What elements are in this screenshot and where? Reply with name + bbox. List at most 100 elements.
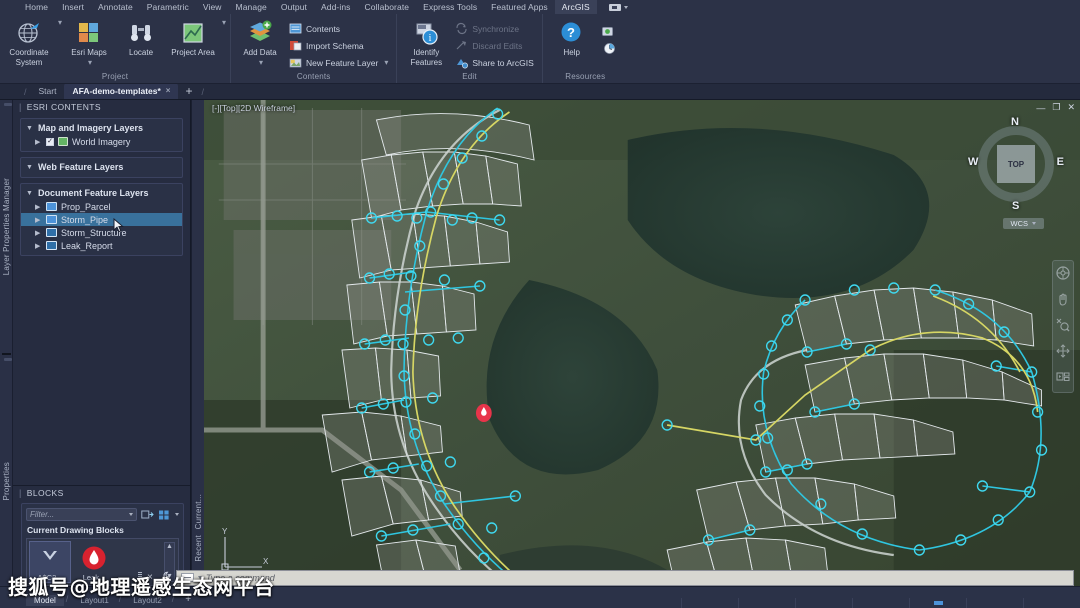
chevron-right-icon-leak-report[interactable]: ▶ xyxy=(35,242,42,250)
view-cube[interactable]: TOP N S W E xyxy=(968,116,1064,212)
share-to-arcgis-button[interactable]: Share to ArcGIS xyxy=(453,55,537,70)
layer-row-leak-report[interactable]: ▶ Leak_Report xyxy=(21,239,182,252)
panel-title-resources: Resources xyxy=(565,72,606,81)
layer-row-prop-parcel[interactable]: ▶ Prop_Parcel xyxy=(21,200,182,213)
status-toggle-1[interactable] xyxy=(681,598,738,608)
zoom-extents-icon[interactable] xyxy=(1056,318,1070,335)
orbit-icon[interactable] xyxy=(1056,344,1070,361)
chevron-down-icon[interactable]: ▼ xyxy=(26,125,33,132)
chevron-down-icon-filter[interactable] xyxy=(129,513,133,516)
pan-hand-icon[interactable] xyxy=(1056,292,1070,309)
ribbon-tab-output[interactable]: Output xyxy=(274,0,314,14)
ribbon-tab-insert[interactable]: Insert xyxy=(55,0,91,14)
clock-button[interactable] xyxy=(599,41,624,56)
compass-south-label[interactable]: S xyxy=(1012,200,1019,212)
add-data-dropdown[interactable]: ▾ xyxy=(259,58,263,67)
ribbon-tab-featured-apps[interactable]: Featured Apps xyxy=(484,0,555,14)
insert-block-icon[interactable] xyxy=(141,508,154,521)
identify-features-button[interactable]: i Identify Features xyxy=(401,18,451,67)
minimize-icon[interactable]: — xyxy=(1036,103,1045,113)
status-toggle-5[interactable] xyxy=(909,598,966,608)
coordinate-system-dropdown[interactable]: ▾ xyxy=(58,18,62,27)
chevron-right-icon[interactable]: ▶ xyxy=(35,138,42,146)
scroll-up-icon[interactable]: ▲ xyxy=(166,543,173,551)
help-button[interactable]: ? Help xyxy=(547,18,597,58)
tab-separator: / xyxy=(24,87,27,97)
locate-button[interactable]: Locate xyxy=(116,18,166,58)
ribbon-tab-add-ins[interactable]: Add-ins xyxy=(314,0,358,14)
ribbon-tab-view[interactable]: View xyxy=(196,0,229,14)
close-icon[interactable]: × xyxy=(166,85,171,97)
project-area-dropdown[interactable]: ▾ xyxy=(222,18,226,27)
tab-afa-demo-templates[interactable]: AFA-demo-templates* × xyxy=(64,83,179,99)
group-header-document-feature[interactable]: ▼ Document Feature Layers xyxy=(21,186,182,200)
rail-layer-properties-manager[interactable]: Layer Properties Manager xyxy=(1,100,12,355)
ribbon-tab-arcgis[interactable]: ArcGIS xyxy=(554,0,597,14)
rail-current-label[interactable]: Current... xyxy=(194,494,203,529)
viewport-config-label[interactable]: [-][Top][2D Wireframe] xyxy=(212,103,295,113)
ribbon-tab-home[interactable]: Home xyxy=(18,0,55,14)
status-toggle-4[interactable] xyxy=(852,598,909,608)
layer-row-storm-structure[interactable]: ▶ Storm_Structure xyxy=(21,226,182,239)
ribbon-tab-collaborate[interactable]: Collaborate xyxy=(358,0,417,14)
ribbon-tab-parametric[interactable]: Parametric xyxy=(140,0,196,14)
new-tab-plus-icon[interactable]: + xyxy=(178,84,199,99)
layer-row-world-imagery[interactable]: ▶ ✓ World Imagery xyxy=(21,135,182,148)
chevron-down-icon-2[interactable]: ▼ xyxy=(26,164,33,171)
discard-edits-button[interactable]: Discard Edits xyxy=(453,38,537,53)
navigation-bar[interactable] xyxy=(1052,260,1074,393)
chevron-right-icon-prop-parcel[interactable]: ▶ xyxy=(35,203,42,211)
status-bar-toggles xyxy=(681,598,1080,608)
blocks-filter-input[interactable]: Filter... xyxy=(26,508,137,521)
layer-row-storm-pipe[interactable]: ▶ Storm_Pipe xyxy=(21,213,182,233)
tab-start[interactable]: Start xyxy=(31,83,65,99)
chevron-down-icon-3[interactable]: ▼ xyxy=(26,190,33,197)
ribbon-panel-edit: i Identify Features Synchronize Discard … xyxy=(397,14,543,83)
command-line: × Type a command xyxy=(138,569,1074,586)
show-motion-icon[interactable] xyxy=(1056,370,1070,387)
chevron-right-icon-storm-structure[interactable]: ▶ xyxy=(35,229,42,237)
view-options-caret[interactable] xyxy=(175,513,179,516)
ribbon-tab-express-tools[interactable]: Express Tools xyxy=(416,0,484,14)
document-tab-strip: / Start AFA-demo-templates* × + / xyxy=(0,83,1080,100)
ribbon-tab-annotate[interactable]: Annotate xyxy=(91,0,140,14)
restore-icon[interactable]: ❐ xyxy=(1052,102,1060,113)
chevron-right-icon-storm-pipe[interactable]: ▶ xyxy=(35,216,42,224)
compass-east-label[interactable]: E xyxy=(1057,156,1064,168)
esri-maps-button[interactable]: Esri Maps ▾ xyxy=(64,18,114,67)
layer-checkbox-world-imagery[interactable]: ✓ xyxy=(46,137,54,146)
status-toggle-7[interactable] xyxy=(1023,598,1080,608)
status-toggle-2[interactable] xyxy=(738,598,795,608)
rail-recent-label[interactable]: Recent xyxy=(194,535,203,562)
full-navigation-wheel-icon[interactable] xyxy=(1056,266,1070,283)
status-toggle-3[interactable] xyxy=(795,598,852,608)
compass-west-label[interactable]: W xyxy=(968,156,978,168)
rail-properties-label: Properties xyxy=(1,462,11,501)
ribbon-tab-manage[interactable]: Manage xyxy=(229,0,274,14)
group-header-map-imagery[interactable]: ▼ Map and Imagery Layers xyxy=(21,121,182,135)
ribbon-display-options[interactable] xyxy=(608,3,628,11)
add-data-layers-icon xyxy=(247,20,273,46)
wcs-selector[interactable]: WCS xyxy=(1002,218,1044,229)
autocad-arcgis-window: Home Insert Annotate Parametric View Man… xyxy=(0,0,1080,608)
synchronize-button[interactable]: Synchronize xyxy=(453,21,537,36)
new-feature-layer-dropdown[interactable]: ▾ xyxy=(384,58,388,67)
esri-maps-dropdown[interactable]: ▾ xyxy=(88,58,92,67)
command-input[interactable]: Type a command xyxy=(175,569,1074,586)
group-header-web-feature[interactable]: ▼ Web Feature Layers xyxy=(21,160,182,174)
import-schema-button[interactable]: Import Schema xyxy=(287,38,392,53)
status-toggle-6[interactable] xyxy=(966,598,1023,608)
rail-grip-icon-2 xyxy=(3,358,12,361)
chevron-down-icon-wcs[interactable] xyxy=(1032,222,1036,225)
new-feature-layer-button[interactable]: New Feature Layer ▾ xyxy=(287,55,392,70)
compass-north-label[interactable]: N xyxy=(1011,116,1019,128)
drawing-viewport[interactable]: [-][Top][2D Wireframe] — ❐ ✕ TOP N S W E… xyxy=(204,100,1080,608)
add-data-button[interactable]: Add Data ▾ xyxy=(235,18,285,67)
coordinate-system-button[interactable]: Coordinate System xyxy=(4,18,54,67)
view-options-icon[interactable] xyxy=(158,508,171,521)
project-area-button[interactable]: Project Area xyxy=(168,18,218,58)
view-cube-top-face[interactable]: TOP xyxy=(997,145,1035,183)
screenshot-button[interactable] xyxy=(599,24,624,39)
contents-button[interactable]: Contents xyxy=(287,21,392,36)
close-icon-viewport[interactable]: ✕ xyxy=(1067,102,1075,113)
